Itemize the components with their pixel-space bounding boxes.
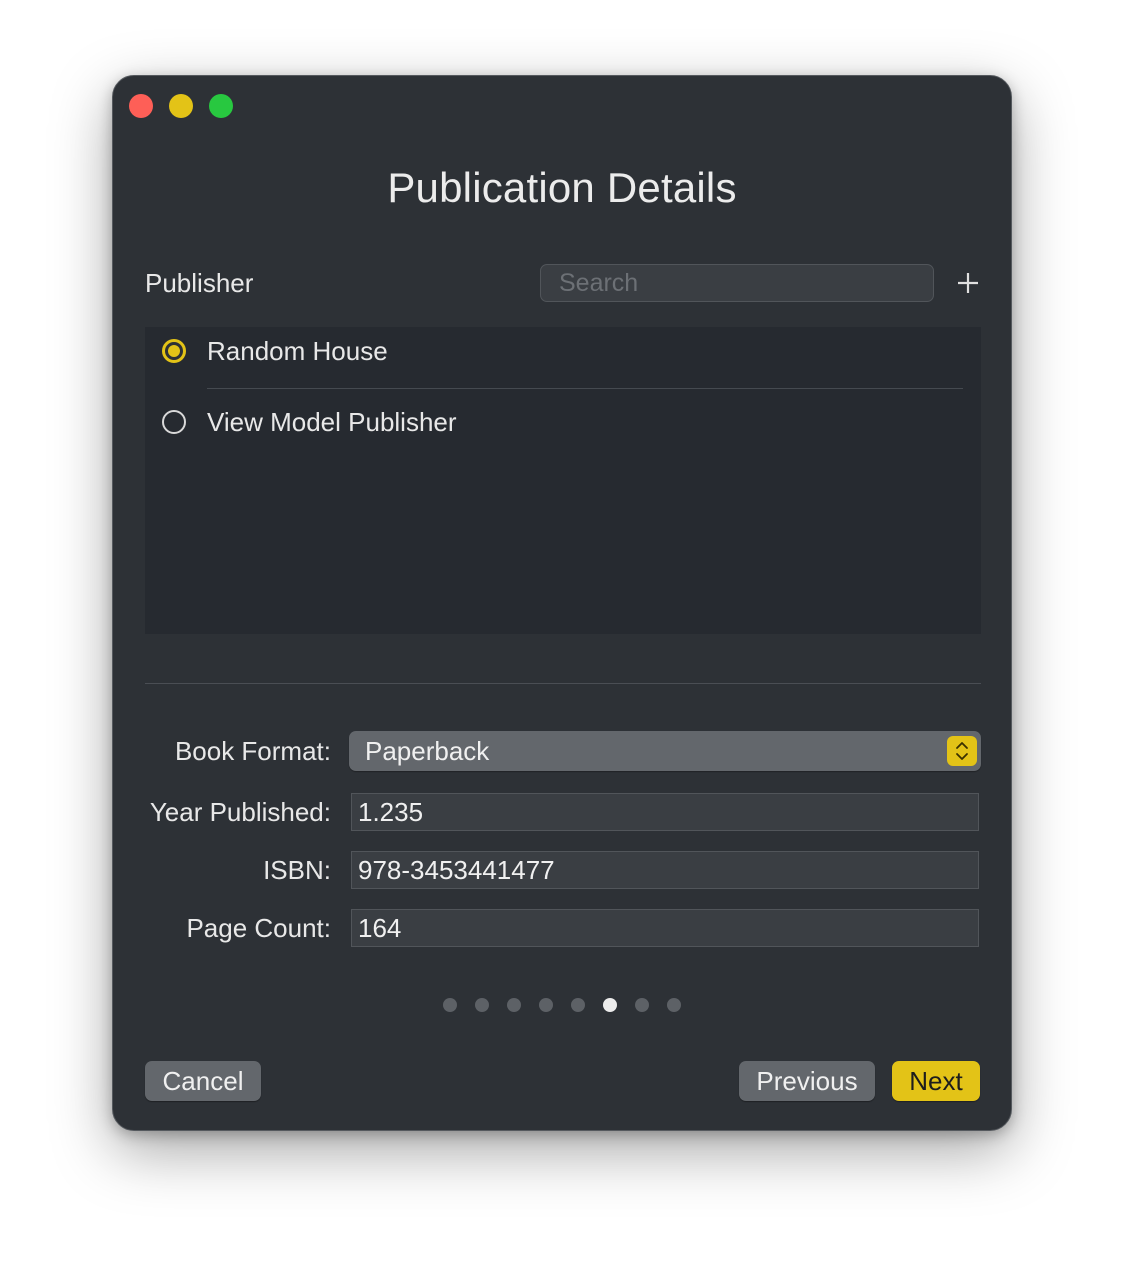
page-count-label: Page Count:	[186, 913, 331, 943]
window-controls	[129, 94, 233, 118]
page-dot[interactable]	[539, 998, 553, 1012]
page-title: Publication Details	[387, 164, 737, 211]
page-dot[interactable]	[475, 998, 489, 1012]
previous-button[interactable]: Previous	[739, 1061, 875, 1101]
radio-unselected-icon[interactable]	[162, 410, 186, 434]
year-published-field[interactable]	[351, 793, 979, 831]
page-dot[interactable]	[507, 998, 521, 1012]
minimize-window-button[interactable]	[169, 94, 193, 118]
section-divider	[145, 683, 981, 684]
radio-selected-icon[interactable]	[162, 339, 186, 363]
isbn-label: ISBN:	[263, 855, 331, 885]
publisher-search-input[interactable]	[540, 264, 934, 302]
book-format-select[interactable]: Paperback	[349, 731, 981, 771]
book-format-value: Paperback	[365, 736, 490, 766]
zoom-window-button[interactable]	[209, 94, 233, 118]
publisher-item-label: View Model Publisher	[207, 407, 457, 437]
page-dot[interactable]	[635, 998, 649, 1012]
page-count-field[interactable]	[351, 909, 979, 947]
isbn-field[interactable]	[351, 851, 979, 889]
publisher-label: Publisher	[145, 268, 254, 298]
page-dot[interactable]	[443, 998, 457, 1012]
next-button[interactable]: Next	[892, 1061, 980, 1101]
publisher-list: Random House View Model Publisher	[145, 327, 981, 634]
cancel-button[interactable]: Cancel	[145, 1061, 261, 1101]
publisher-item-label: Random House	[207, 336, 388, 366]
page-dot[interactable]	[667, 998, 681, 1012]
list-separator	[207, 388, 963, 389]
add-publisher-button[interactable]	[951, 266, 985, 300]
book-format-label: Book Format:	[174, 736, 331, 766]
dialog-window: Publication Details Publisher Random Hou…	[112, 75, 1012, 1131]
publisher-item-view-model-publisher[interactable]: View Model Publisher	[145, 398, 981, 448]
page-dot-active[interactable]	[603, 998, 617, 1012]
page-dot[interactable]	[571, 998, 585, 1012]
publisher-item-random-house[interactable]: Random House	[145, 327, 981, 389]
year-published-label: Year Published:	[149, 797, 331, 827]
plus-icon	[958, 273, 978, 293]
page-indicator	[443, 998, 681, 1012]
chevron-up-down-icon	[947, 736, 977, 766]
close-window-button[interactable]	[129, 94, 153, 118]
